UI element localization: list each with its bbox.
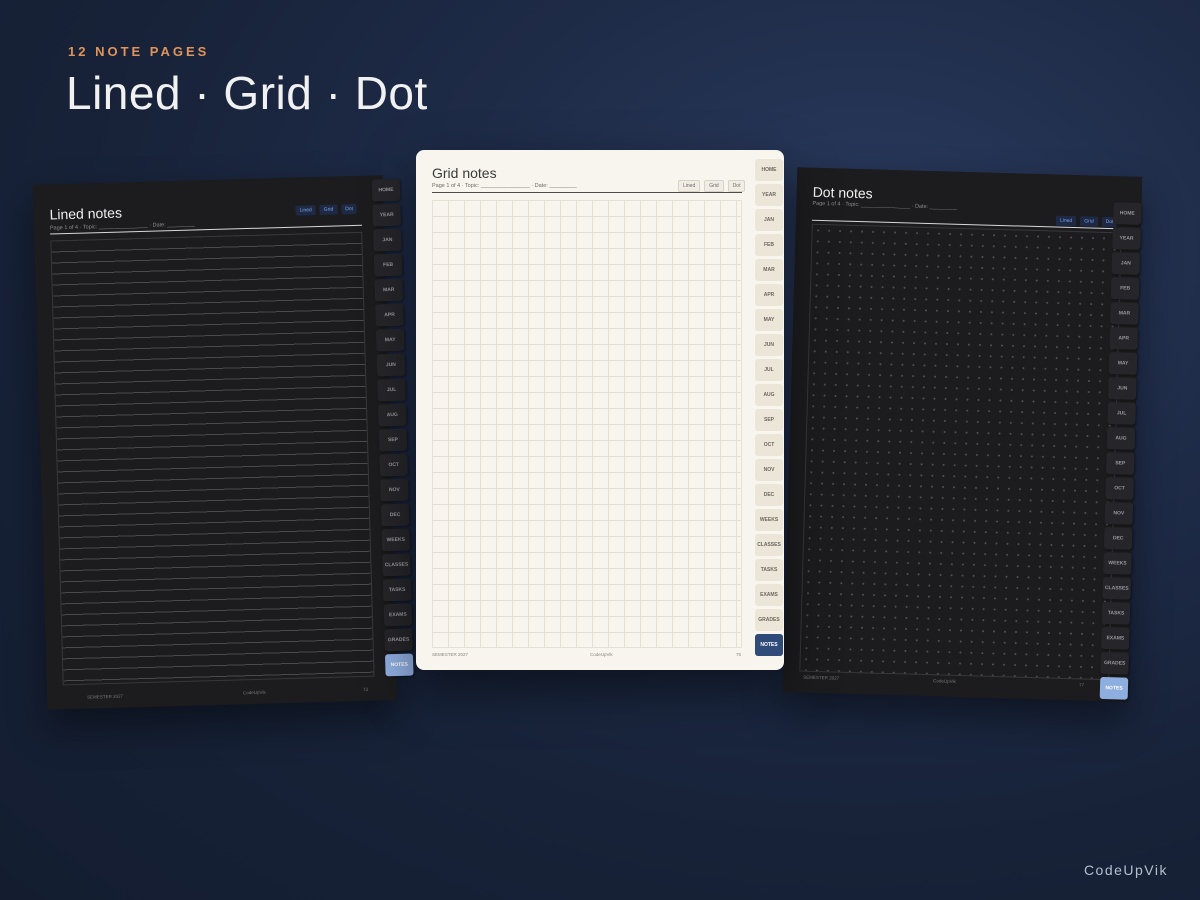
chip-lined[interactable]: Lined bbox=[678, 180, 701, 192]
page-type-switch: Lined Grid Dot bbox=[1055, 215, 1118, 228]
page-type-switch: Lined Grid Dot bbox=[678, 180, 746, 192]
tab-dec[interactable]: DEC bbox=[1103, 527, 1133, 550]
tab-mar[interactable]: MAR bbox=[755, 259, 783, 281]
tab-home[interactable]: HOME bbox=[755, 159, 783, 181]
page-subtitle: Page 1 of 4 · Topic: ________________ · … bbox=[812, 200, 958, 211]
tab-weeks[interactable]: WEEKS bbox=[1103, 551, 1132, 575]
footer-left: SEMESTER 2027 bbox=[432, 652, 469, 657]
tab-grades[interactable]: GRADES bbox=[755, 609, 783, 631]
tab-sep[interactable]: SEP bbox=[378, 428, 408, 452]
tab-nov[interactable]: NOV bbox=[380, 478, 409, 502]
tab-jul[interactable]: JUL bbox=[755, 359, 783, 381]
tab-exams[interactable]: EXAMS bbox=[755, 584, 783, 606]
tab-grades[interactable]: GRADES bbox=[384, 628, 413, 652]
tab-notes[interactable]: NOTES bbox=[1099, 676, 1129, 700]
tab-nov[interactable]: NOV bbox=[1104, 502, 1134, 525]
tab-may[interactable]: MAY bbox=[375, 328, 405, 352]
tab-notes[interactable]: NOTES bbox=[755, 634, 783, 656]
tab-apr[interactable]: APR bbox=[755, 284, 783, 306]
tab-jan[interactable]: JAN bbox=[373, 228, 402, 252]
tab-exams[interactable]: EXAMS bbox=[1101, 626, 1130, 650]
tab-apr[interactable]: APR bbox=[1109, 327, 1139, 350]
tab-mar[interactable]: MAR bbox=[1110, 302, 1139, 325]
tab-classes[interactable]: CLASSES bbox=[755, 534, 783, 556]
tab-year[interactable]: YEAR bbox=[1112, 227, 1141, 250]
tab-jul[interactable]: JUL bbox=[1107, 402, 1136, 425]
lined-notes-page: Lined notes Page 1 of 4 · Topic: _______… bbox=[32, 175, 414, 710]
side-tabs: HOME YEAR JAN FEB MAR APR MAY JUN JUL AU… bbox=[371, 178, 414, 677]
tab-aug[interactable]: AUG bbox=[755, 384, 783, 406]
tab-year[interactable]: YEAR bbox=[755, 184, 783, 206]
tab-home[interactable]: HOME bbox=[1112, 202, 1142, 225]
grid-writing-area[interactable] bbox=[432, 200, 742, 648]
tab-classes[interactable]: CLASSES bbox=[1102, 576, 1132, 600]
tab-jan[interactable]: JAN bbox=[1111, 252, 1141, 275]
tab-home[interactable]: HOME bbox=[371, 178, 401, 202]
lined-writing-area[interactable] bbox=[50, 231, 375, 686]
tab-grades[interactable]: GRADES bbox=[1100, 651, 1129, 675]
tab-apr[interactable]: APR bbox=[375, 303, 404, 327]
page-subtitle: Page 1 of 4 · Topic: ________________ · … bbox=[432, 183, 577, 189]
tab-aug[interactable]: AUG bbox=[378, 403, 407, 427]
footer-center: CodeUpVik bbox=[933, 678, 956, 684]
page-title: Grid notes bbox=[432, 165, 497, 181]
footer-right: 73 bbox=[362, 686, 369, 692]
tab-year[interactable]: YEAR bbox=[372, 203, 402, 227]
tab-may[interactable]: MAY bbox=[755, 309, 783, 331]
tab-mar[interactable]: MAR bbox=[374, 278, 404, 302]
tab-sep[interactable]: SEP bbox=[1105, 452, 1135, 475]
dot-writing-area[interactable] bbox=[799, 223, 1122, 681]
chip-lined[interactable]: Lined bbox=[295, 205, 316, 216]
footer-right: 77 bbox=[1078, 682, 1085, 688]
tab-may[interactable]: MAY bbox=[1108, 352, 1138, 375]
tab-jul[interactable]: JUL bbox=[377, 378, 406, 402]
tab-tasks[interactable]: TASKS bbox=[1101, 601, 1131, 625]
tab-feb[interactable]: FEB bbox=[755, 234, 783, 256]
footer-right: 75 bbox=[736, 652, 742, 657]
chip-lined[interactable]: Lined bbox=[1055, 215, 1077, 227]
tab-feb[interactable]: FEB bbox=[373, 253, 403, 277]
page-title: Dot notes bbox=[812, 183, 873, 202]
page-type-switch: Lined Grid Dot bbox=[295, 203, 358, 216]
footer-left: SEMESTER 2027 bbox=[803, 674, 840, 681]
brand-watermark: CodeUpVik bbox=[1083, 862, 1168, 878]
tab-notes[interactable]: NOTES bbox=[384, 653, 414, 677]
chip-grid[interactable]: Grid bbox=[1080, 216, 1098, 227]
tab-tasks[interactable]: TASKS bbox=[382, 578, 412, 602]
tab-oct[interactable]: OCT bbox=[1105, 477, 1134, 500]
headline-title: Lined · Grid · Dot bbox=[66, 67, 428, 119]
tab-jan[interactable]: JAN bbox=[755, 209, 783, 231]
footer-center: CodeUpVik bbox=[590, 652, 613, 657]
tab-tasks[interactable]: TASKS bbox=[755, 559, 783, 581]
tab-classes[interactable]: CLASSES bbox=[382, 553, 411, 577]
grid-notes-page: Grid notes Page 1 of 4 · Topic: ________… bbox=[416, 150, 784, 670]
tab-jun[interactable]: JUN bbox=[755, 334, 783, 356]
tab-weeks[interactable]: WEEKS bbox=[381, 528, 411, 552]
kicker-label: 12 NOTE PAGES bbox=[68, 44, 210, 59]
tab-aug[interactable]: AUG bbox=[1106, 427, 1136, 450]
header-rule bbox=[432, 192, 742, 193]
chip-dot[interactable]: Dot bbox=[727, 180, 746, 192]
tab-jun[interactable]: JUN bbox=[376, 353, 406, 377]
tab-feb[interactable]: FEB bbox=[1110, 277, 1140, 300]
chip-dot[interactable]: Dot bbox=[341, 203, 358, 215]
tab-oct[interactable]: OCT bbox=[379, 453, 409, 477]
footer-left: SEMESTER 2027 bbox=[86, 693, 124, 700]
page-title: Lined notes bbox=[49, 204, 123, 223]
side-tabs: HOME YEAR JAN FEB MAR APR MAY JUN JUL AU… bbox=[755, 159, 783, 656]
tab-dec[interactable]: DEC bbox=[380, 503, 410, 527]
dot-notes-page: Dot notes Page 1 of 4 · Topic: _________… bbox=[782, 167, 1143, 702]
chip-grid[interactable]: Grid bbox=[704, 180, 724, 192]
footer-center: CodeUpVik bbox=[242, 689, 266, 696]
tab-weeks[interactable]: WEEKS bbox=[755, 509, 783, 531]
tab-exams[interactable]: EXAMS bbox=[383, 603, 413, 627]
chip-grid[interactable]: Grid bbox=[319, 204, 338, 215]
tab-nov[interactable]: NOV bbox=[755, 459, 783, 481]
tab-jun[interactable]: JUN bbox=[1108, 377, 1137, 400]
tab-sep[interactable]: SEP bbox=[755, 409, 783, 431]
tab-oct[interactable]: OCT bbox=[755, 434, 783, 456]
tab-dec[interactable]: DEC bbox=[755, 484, 783, 506]
